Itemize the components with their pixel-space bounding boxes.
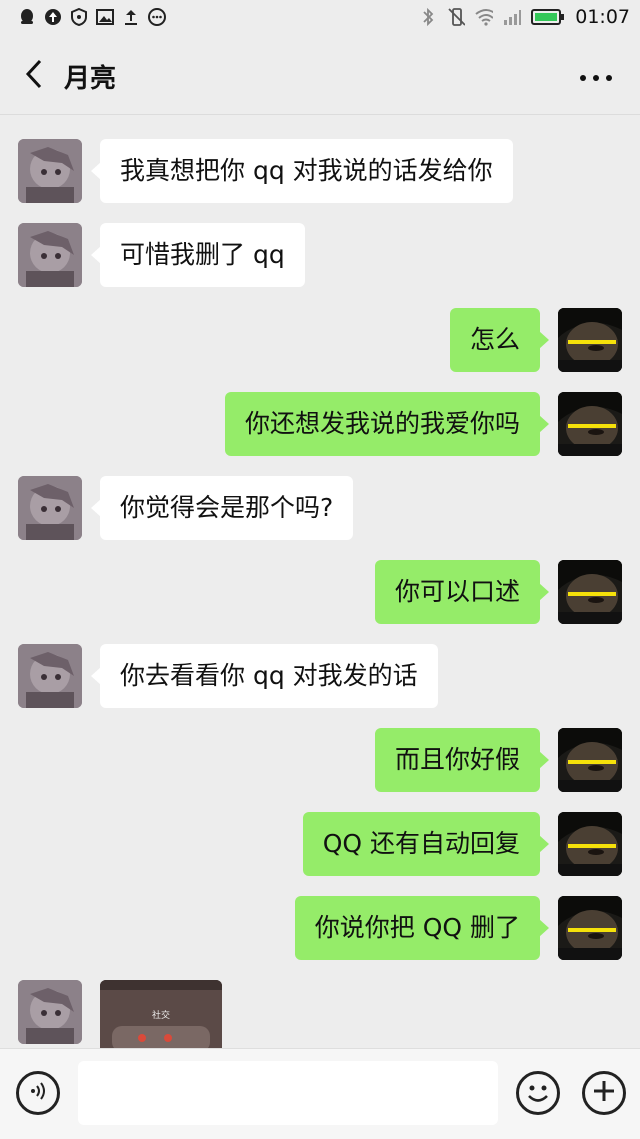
plus-icon — [592, 1079, 616, 1107]
message-row: 我真想把你 qq 对我说的话发给你 — [0, 139, 640, 205]
message-bubble-received[interactable]: 我真想把你 qq 对我说的话发给你 — [91, 139, 513, 203]
message-bubble-sent[interactable]: QQ 还有自动回复 — [302, 812, 550, 876]
message-row: QQ 还有自动回复 — [0, 812, 640, 878]
message-bubble-received[interactable]: 你去看看你 qq 对我发的话 — [91, 644, 438, 708]
chevron-left-icon — [24, 58, 44, 94]
message-row: 而且你好假 — [0, 728, 640, 794]
shield-icon — [70, 8, 88, 26]
input-bar — [0, 1048, 640, 1139]
chat-header: 月亮 — [0, 36, 640, 115]
upload-icon — [122, 8, 140, 26]
bluetooth-icon — [419, 7, 437, 27]
image-icon — [96, 8, 114, 26]
message-bubble-sent[interactable]: 怎么 — [449, 308, 550, 372]
wifi-icon — [475, 8, 494, 26]
image-message-thumbnail[interactable]: 社交 — [100, 980, 222, 1048]
user-avatar[interactable] — [558, 812, 622, 876]
user-avatar[interactable] — [558, 308, 622, 372]
ellipsis-icon — [579, 67, 613, 86]
voice-input-button[interactable] — [16, 1071, 60, 1115]
contact-avatar[interactable] — [18, 223, 82, 287]
message-row: 可惜我删了 qq — [0, 223, 640, 289]
battery-icon — [531, 8, 565, 26]
status-icons-left — [18, 8, 166, 26]
more-notifications-icon — [148, 8, 166, 26]
message-row: 你说你把 QQ 删了 — [0, 896, 640, 962]
more-options-button[interactable] — [574, 58, 618, 94]
message-row: 你去看看你 qq 对我发的话 — [0, 644, 640, 710]
message-row: 你觉得会是那个吗? — [0, 476, 640, 542]
user-avatar[interactable] — [558, 560, 622, 624]
status-icons-right: 01:07 — [419, 6, 630, 28]
status-bar: 01:07 — [0, 0, 640, 36]
message-bubble-received[interactable]: 可惜我删了 qq — [91, 223, 305, 287]
message-bubble-sent[interactable]: 你还想发我说的我爱你吗 — [224, 392, 550, 456]
message-bubble-sent[interactable]: 而且你好假 — [374, 728, 550, 792]
contact-avatar[interactable] — [18, 476, 82, 540]
message-list[interactable]: 我真想把你 qq 对我说的话发给你 可惜我删了 qq 怎么 你还想发我说的我爱你… — [0, 115, 640, 1048]
message-input[interactable] — [78, 1061, 498, 1125]
message-bubble-sent[interactable]: 你可以口述 — [374, 560, 550, 624]
signal-icon — [503, 8, 522, 26]
message-row: 社交 — [0, 980, 640, 1048]
qq-notification-icon — [18, 8, 36, 26]
smiley-icon — [519, 1085, 557, 1116]
back-button[interactable] — [14, 56, 54, 96]
message-row: 怎么 — [0, 308, 640, 374]
message-bubble-received[interactable]: 你觉得会是那个吗? — [90, 476, 354, 540]
message-bubble-sent[interactable]: 你说你把 QQ 删了 — [294, 896, 550, 960]
user-avatar[interactable] — [558, 728, 622, 792]
vibrate-icon — [447, 8, 466, 26]
contact-avatar[interactable] — [18, 139, 82, 203]
contact-avatar[interactable] — [18, 644, 82, 708]
image-caption: 社交 — [151, 1011, 170, 1021]
voice-wave-icon — [27, 1080, 49, 1106]
message-row: 你可以口述 — [0, 560, 640, 626]
more-actions-button[interactable] — [582, 1071, 626, 1115]
upload-arrow-circle-icon — [44, 8, 62, 26]
status-time: 01:07 — [575, 6, 630, 28]
user-avatar[interactable] — [558, 896, 622, 960]
user-avatar[interactable] — [558, 392, 622, 456]
contact-avatar[interactable] — [18, 980, 82, 1044]
message-row: 你还想发我说的我爱你吗 — [0, 392, 640, 458]
emoji-button[interactable] — [516, 1071, 560, 1115]
chat-title: 月亮 — [64, 64, 117, 94]
